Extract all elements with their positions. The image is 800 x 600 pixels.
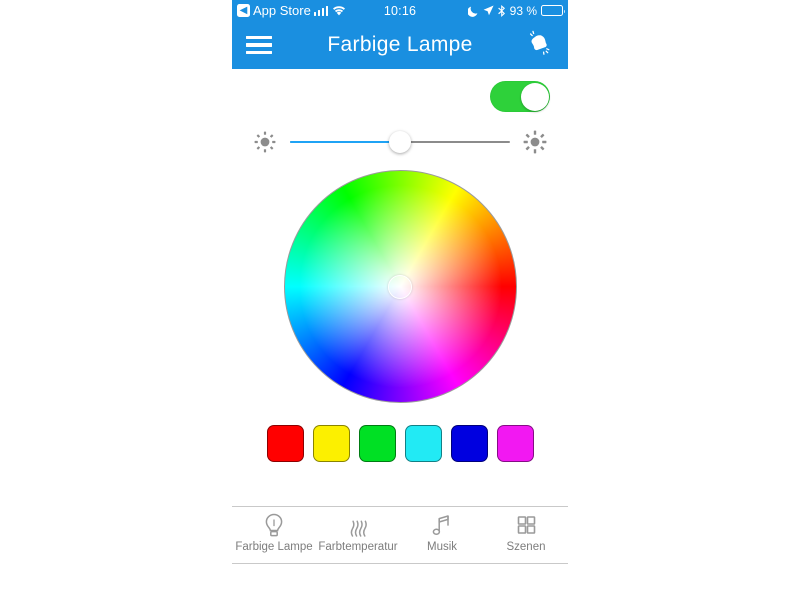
slider-track-fill (290, 141, 400, 144)
location-arrow-icon (483, 5, 494, 16)
swatch-magenta[interactable] (497, 425, 534, 462)
brightness-low-icon[interactable] (252, 129, 278, 155)
brightness-high-icon[interactable] (522, 129, 548, 155)
main-content: Farbige Lampe Farbtemperatur Musik Szenen (232, 69, 568, 564)
tab-musik[interactable]: Musik (400, 507, 484, 563)
chevron-left-icon[interactable]: ◀ (237, 4, 250, 17)
music-note-icon (427, 511, 457, 541)
bluetooth-icon (498, 5, 506, 17)
flame-waves-icon (343, 511, 373, 541)
shake-bulb-icon[interactable] (524, 28, 554, 63)
hsv-color-wheel[interactable] (284, 170, 517, 403)
status-bar-left: ◀ App Store (237, 3, 346, 18)
tab-bar: Farbige Lampe Farbtemperatur Musik Szenen (232, 506, 568, 564)
power-toggle-knob (521, 83, 549, 111)
hamburger-menu-icon[interactable] (246, 36, 272, 55)
brightness-slider-row (232, 112, 568, 156)
tab-label: Musik (427, 541, 457, 553)
moon-icon (468, 5, 479, 17)
swatch-green[interactable] (359, 425, 396, 462)
power-toggle-row (232, 69, 568, 112)
wifi-icon (332, 5, 346, 16)
tab-farbtemperatur[interactable]: Farbtemperatur (316, 507, 400, 563)
nav-bar: Farbige Lampe (232, 21, 568, 69)
swatch-red[interactable] (267, 425, 304, 462)
swatch-blue[interactable] (451, 425, 488, 462)
battery-percent-label: 93 % (510, 4, 537, 18)
battery-icon (541, 5, 563, 16)
lightbulb-icon (259, 511, 289, 541)
tab-farbige-lampe[interactable]: Farbige Lampe (232, 507, 316, 563)
status-back-label[interactable]: App Store (253, 3, 311, 18)
phone-screen: ◀ App Store 10:16 (232, 0, 568, 600)
tab-label: Farbige Lampe (235, 541, 312, 553)
preset-swatch-row (232, 403, 568, 462)
status-bar: ◀ App Store 10:16 (232, 0, 568, 21)
slider-thumb[interactable] (389, 131, 411, 153)
color-wheel-marker[interactable] (388, 275, 412, 299)
power-toggle[interactable] (490, 81, 550, 112)
tab-label: Szenen (506, 541, 545, 553)
tab-label: Farbtemperatur (318, 541, 397, 553)
swatch-yellow[interactable] (313, 425, 350, 462)
color-wheel-area (232, 156, 568, 403)
brightness-slider[interactable] (290, 128, 510, 156)
page-title: Farbige Lampe (232, 33, 568, 57)
status-bar-right: 93 % (468, 4, 563, 18)
cellular-signal-icon (314, 6, 329, 16)
grid-squares-icon (511, 511, 541, 541)
tab-szenen[interactable]: Szenen (484, 507, 568, 563)
swatch-cyan[interactable] (405, 425, 442, 462)
screenshot-canvas: ◀ App Store 10:16 (0, 0, 800, 600)
